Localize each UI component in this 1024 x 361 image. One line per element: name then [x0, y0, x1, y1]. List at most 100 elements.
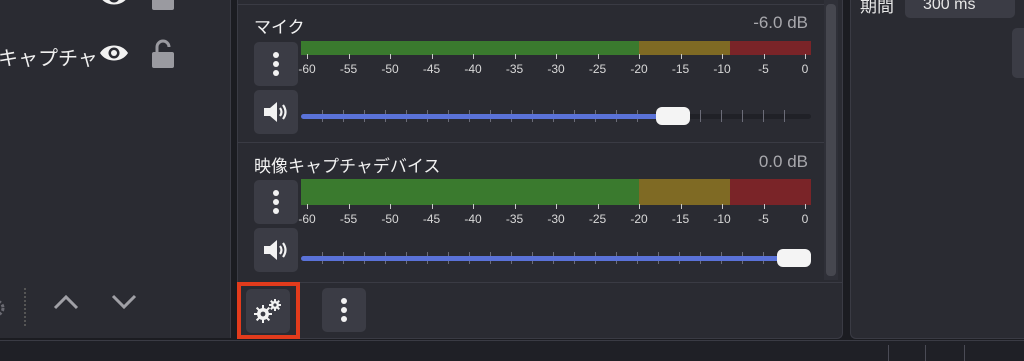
side-button[interactable] — [1012, 28, 1024, 78]
source-row-top[interactable] — [0, 0, 230, 22]
toolbar-divider — [238, 282, 842, 283]
scale-label: -40 — [464, 62, 482, 76]
sources-panel: キャプチャ — [0, 0, 231, 338]
scale-label: -40 — [464, 212, 482, 226]
scale-label: -15 — [671, 212, 690, 226]
scale-tick — [514, 204, 516, 209]
meter-red — [730, 41, 811, 55]
status-separator — [925, 345, 926, 361]
slider-fill — [301, 114, 674, 119]
meter-red — [730, 179, 811, 205]
speaker-icon — [264, 102, 287, 122]
kebab-menu-icon — [341, 298, 347, 322]
scale-label: -35 — [505, 62, 524, 76]
scrollbar-handle[interactable] — [826, 4, 836, 276]
channel-menu-button[interactable] — [254, 42, 298, 86]
mute-button[interactable] — [254, 228, 298, 272]
lock-icon[interactable] — [150, 0, 176, 12]
scale-tick — [348, 54, 350, 59]
level-meter — [301, 179, 811, 205]
meter-yellow — [639, 41, 731, 55]
slider-tick — [700, 110, 701, 122]
volume-slider[interactable] — [301, 248, 811, 268]
duration-field[interactable]: 300 ms — [905, 0, 1015, 18]
chevron-down-icon[interactable] — [110, 293, 138, 311]
slider-tick — [763, 110, 764, 122]
gear-icon[interactable] — [0, 296, 10, 320]
meter-green — [301, 41, 639, 55]
transition-panel — [850, 0, 1024, 339]
meter-yellow — [639, 179, 731, 205]
highlight-box — [237, 282, 300, 339]
scale-tick — [473, 204, 474, 209]
scale-label: -50 — [381, 212, 399, 226]
scale-label: -55 — [339, 212, 358, 226]
scale-label: -10 — [713, 62, 731, 76]
scale-label: -60 — [298, 212, 316, 226]
level-meter — [301, 41, 811, 55]
scale-tick — [390, 54, 391, 59]
scale-tick — [514, 54, 516, 59]
scale-label: -10 — [713, 212, 731, 226]
scale-tick — [722, 54, 723, 59]
unlock-icon[interactable] — [150, 38, 176, 70]
scale-tick — [680, 204, 682, 209]
scale-tick — [639, 54, 640, 59]
scale-label: 0 — [801, 212, 809, 226]
scale-label: -15 — [671, 62, 690, 76]
scale-label: -20 — [630, 212, 648, 226]
slider-tick — [784, 110, 785, 122]
scale-tick — [390, 204, 391, 209]
scale-label: -25 — [588, 212, 607, 226]
slider-fill — [301, 256, 801, 261]
slider-tick — [721, 110, 722, 122]
scale-label: -5 — [758, 212, 769, 226]
meter-green — [301, 179, 639, 205]
scale-label: 0 — [801, 62, 809, 76]
status-separator — [964, 345, 965, 361]
volume-slider[interactable] — [301, 106, 811, 126]
source-label: キャプチャ — [0, 48, 98, 70]
scale-label: -25 — [588, 62, 607, 76]
scale-tick — [680, 54, 682, 59]
duration-value: 300 ms — [923, 0, 976, 13]
scale-label: -20 — [630, 62, 648, 76]
scale-tick — [722, 204, 723, 209]
status-bar — [0, 340, 1024, 361]
mixer-menu-button[interactable] — [322, 288, 366, 332]
scale-tick — [763, 204, 765, 209]
kebab-menu-icon — [273, 190, 279, 214]
meter-scale: -60 -55 -50 -45 -40 -35 -30 -25 -20 -15 -10 -5 0 — [298, 204, 811, 228]
scale-tick — [556, 204, 557, 209]
speaker-icon — [264, 240, 287, 260]
toolbar-separator — [24, 288, 28, 326]
channel-db-readout: -6.0 dB — [753, 13, 808, 32]
mute-button[interactable] — [254, 90, 298, 134]
chevron-up-icon[interactable] — [52, 293, 80, 311]
slider-thumb[interactable] — [777, 249, 811, 267]
scale-tick — [805, 54, 806, 59]
scale-label: -45 — [422, 62, 441, 76]
scale-label: -5 — [758, 62, 769, 76]
eye-icon[interactable] — [98, 0, 130, 8]
eye-icon[interactable] — [98, 42, 130, 64]
channel-name: マイク — [254, 18, 305, 37]
scale-label: -45 — [422, 212, 441, 226]
scale-tick — [763, 54, 765, 59]
scale-tick — [805, 204, 806, 209]
channel-menu-button[interactable] — [254, 180, 298, 224]
scale-label: -50 — [381, 62, 399, 76]
scale-tick — [556, 54, 557, 59]
source-row-capture[interactable]: キャプチャ — [0, 32, 230, 72]
kebab-menu-icon — [273, 52, 279, 76]
scale-label: -30 — [547, 62, 565, 76]
mixer-scrollbar[interactable] — [824, 0, 838, 280]
slider-tick — [742, 110, 743, 122]
slider-thumb[interactable] — [656, 107, 691, 125]
scale-tick — [307, 54, 308, 59]
scale-label: -60 — [298, 62, 316, 76]
scale-tick — [473, 54, 474, 59]
scale-label: -55 — [339, 62, 358, 76]
scale-tick — [431, 204, 433, 209]
scale-tick — [348, 204, 350, 209]
